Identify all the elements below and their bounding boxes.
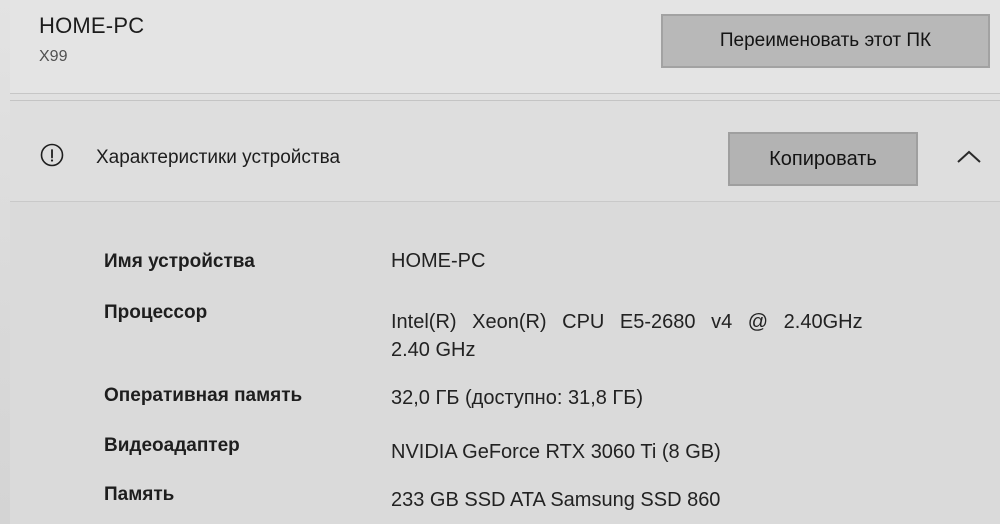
device-specs-card: Характеристики устройства Копировать Имя… (10, 100, 1000, 524)
spec-value: 32,0 ГБ (доступно: 31,8 ГБ) (391, 387, 644, 409)
rename-pc-button[interactable]: Переименовать этот ПК (661, 14, 990, 68)
device-name: HOME-PC (39, 13, 145, 38)
device-specs-title: Характеристики устройства (96, 147, 341, 168)
copy-button[interactable]: Копировать (728, 132, 918, 186)
spec-label: Видеоадаптер (104, 435, 240, 456)
spec-value: 233 GB SSD ATA Samsung SSD 860 (391, 489, 721, 511)
spec-label: Процессор (104, 302, 208, 323)
spec-value: HOME-PC (391, 250, 486, 272)
settings-page: HOME-PC X99 Переименовать этот ПК Характ… (0, 0, 1000, 524)
device-name-card: HOME-PC X99 Переименовать этот ПК (10, 0, 1000, 94)
spec-label: Оперативная память (104, 385, 303, 406)
device-specs-header[interactable]: Характеристики устройства Копировать (10, 101, 1000, 202)
spec-value-line2: 2.40 GHz (391, 339, 476, 361)
spec-label: Имя устройства (104, 251, 255, 272)
spec-label: Память (104, 484, 175, 505)
spec-value-line1: Intel(R) Xeon(R) CPU E5-2680 v4 @ 2.40GH… (391, 311, 863, 333)
info-circle-icon (40, 143, 64, 167)
chevron-up-icon[interactable] (954, 145, 984, 169)
device-model: X99 (39, 48, 68, 65)
spec-value: NVIDIA GeForce RTX 3060 Ti (8 GB) (391, 441, 721, 463)
